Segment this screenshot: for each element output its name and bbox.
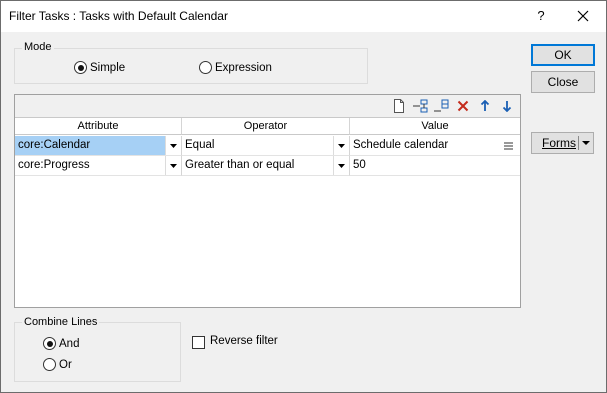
combine-or-label: Or: [59, 358, 72, 371]
combine-lines-label: Combine Lines: [22, 316, 100, 328]
mode-label: Mode: [22, 41, 54, 53]
row1-value-cell[interactable]: Schedule calendar: [350, 136, 520, 156]
move-down-icon[interactable]: [499, 98, 515, 114]
row1-attribute-value: core:Calendar: [18, 139, 91, 151]
row1-value-text: Schedule calendar: [353, 139, 449, 151]
mode-simple-label: Simple: [90, 61, 126, 74]
chevron-down-icon: [338, 163, 345, 168]
radio-unselected-icon: [43, 358, 56, 371]
ok-button[interactable]: OK: [531, 44, 595, 66]
row2-attribute-value: core:Progress: [18, 159, 90, 171]
title-bar: Filter Tasks : Tasks with Default Calend…: [1, 1, 606, 32]
combine-or-radio[interactable]: Or: [43, 358, 72, 371]
filter-tasks-dialog: Filter Tasks : Tasks with Default Calend…: [0, 0, 607, 393]
row2-attribute-cell[interactable]: core:Progress: [15, 156, 182, 176]
row1-operator-cell[interactable]: Equal: [182, 136, 350, 156]
operator-column-header[interactable]: Operator: [182, 118, 350, 135]
chevron-down-icon: [170, 143, 177, 148]
combine-and-radio[interactable]: And: [43, 337, 79, 350]
attribute-column-header[interactable]: Attribute: [15, 118, 182, 135]
row2-value-text: 50: [353, 159, 366, 171]
close-window-button[interactable]: [571, 5, 595, 27]
chevron-down-icon[interactable]: [582, 140, 590, 146]
row2-attribute-dropdown[interactable]: [165, 156, 181, 175]
insert-rows-icon[interactable]: [412, 98, 428, 114]
list-picker-icon[interactable]: [504, 142, 513, 150]
window-title: Filter Tasks : Tasks with Default Calend…: [9, 9, 228, 23]
value-column-header[interactable]: Value: [350, 118, 520, 135]
mode-group: [14, 48, 368, 84]
reverse-filter-label: Reverse filter: [210, 335, 278, 347]
row2-operator-dropdown[interactable]: [333, 156, 349, 175]
delete-icon[interactable]: [455, 98, 471, 114]
move-up-icon[interactable]: [477, 98, 493, 114]
reverse-filter-checkbox[interactable]: Reverse filter: [192, 335, 302, 351]
row2-value-cell[interactable]: 50: [350, 156, 520, 176]
mode-expression-radio[interactable]: Expression: [199, 61, 272, 74]
radio-selected-icon: [43, 337, 56, 350]
mode-expression-label: Expression: [215, 61, 272, 74]
forms-label: Forms: [542, 136, 576, 150]
row1-attribute-cell[interactable]: core:Calendar: [15, 136, 182, 156]
row2-operator-cell[interactable]: Greater than or equal: [182, 156, 350, 176]
mode-simple-radio[interactable]: Simple: [74, 61, 125, 74]
combine-lines-group: [14, 322, 181, 382]
new-row-icon[interactable]: [391, 98, 407, 114]
radio-unselected-icon: [199, 61, 212, 74]
row2-operator-value: Greater than or equal: [185, 159, 295, 171]
row1-operator-dropdown[interactable]: [333, 136, 349, 155]
chevron-down-icon: [338, 143, 345, 148]
close-button[interactable]: Close: [531, 71, 595, 93]
radio-selected-icon: [74, 61, 87, 74]
append-rows-icon[interactable]: [433, 98, 449, 114]
row1-attribute-dropdown[interactable]: [165, 136, 181, 155]
chevron-down-icon: [170, 163, 177, 168]
combine-and-label: And: [59, 337, 80, 350]
checkbox-unchecked-icon: [192, 336, 205, 349]
filter-grid: Attribute Operator Value core:Calendar E…: [14, 94, 521, 308]
grid-toolbar: [15, 95, 520, 118]
close-icon: [577, 10, 589, 22]
forms-divider: [578, 136, 579, 150]
help-button[interactable]: ?: [531, 5, 551, 27]
forms-button[interactable]: Forms: [531, 132, 594, 154]
row1-operator-value: Equal: [185, 139, 215, 151]
